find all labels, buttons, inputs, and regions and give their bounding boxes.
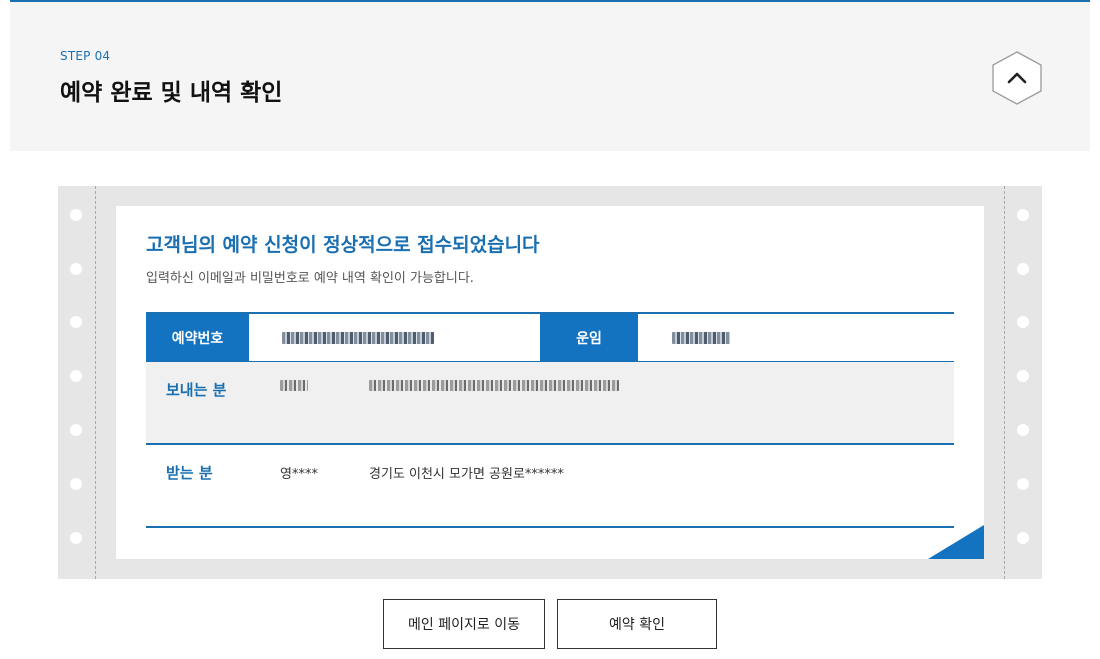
masked-text [280,380,308,391]
masked-text [672,331,730,344]
collapse-button[interactable] [991,50,1043,106]
feed-hole [1017,370,1029,382]
feed-hole [70,370,82,382]
chevron-up-icon [992,51,1042,105]
reservation-confirm-button[interactable]: 예약 확인 [557,599,717,649]
masked-text [282,331,434,344]
sender-row: 보내는 분 [146,362,954,445]
receipt-paper: 고객님의 예약 신청이 정상적으로 접수되었습니다 입력하신 이메일과 비밀번호… [116,206,984,559]
step-label: STEP 04 [60,49,111,63]
confirmation-title: 고객님의 예약 신청이 정상적으로 접수되었습니다 [146,234,540,256]
step-title: 예약 완료 및 내역 확인 [60,80,283,106]
feed-hole [70,209,82,221]
sender-label: 보내는 분 [166,381,227,399]
receiver-row: 받는 분 영**** 경기도 이천시 모가면 공원로****** [146,445,954,528]
feed-hole [70,263,82,275]
sender-address [369,380,619,395]
feed-hole [1017,424,1029,436]
main-page-button[interactable]: 메인 페이지로 이동 [383,599,545,649]
feed-hole [70,424,82,436]
feed-hole [70,316,82,328]
feed-hole [1017,263,1029,275]
reservation-summary-row: 예약번호 운임 [146,312,954,362]
receiver-address: 경기도 이천시 모가면 공원로****** [369,467,564,482]
masked-text [369,380,619,391]
perforation-left [95,186,96,579]
fare-value [672,314,730,361]
receiver-name: 영**** [280,467,318,482]
feed-hole [1017,532,1029,544]
reservation-table: 예약번호 운임 보내는 분 받는 분 영**** 경기도 이천시 모가면 공원로… [146,312,954,528]
feed-hole [1017,478,1029,490]
reservation-number-value [282,314,434,361]
feed-hole [1017,316,1029,328]
confirmation-subtitle: 입력하신 이메일과 비밀번호로 예약 내역 확인이 가능합니다. [146,271,474,286]
fare-label: 운임 [540,314,638,361]
receiver-label: 받는 분 [166,464,213,482]
sender-name [280,380,308,395]
step-header: STEP 04 예약 완료 및 내역 확인 [10,0,1090,151]
feed-hole [70,478,82,490]
perforation-right [1004,186,1005,579]
feed-hole [1017,209,1029,221]
corner-fold [928,525,984,559]
feed-hole [70,532,82,544]
reservation-number-label: 예약번호 [146,314,249,361]
receipt-panel: 고객님의 예약 신청이 정상적으로 접수되었습니다 입력하신 이메일과 비밀번호… [58,186,1042,579]
